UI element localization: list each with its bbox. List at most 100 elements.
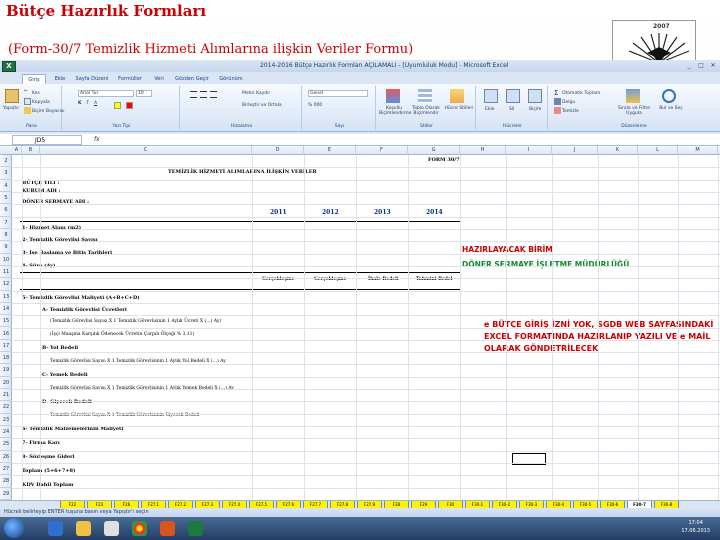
worksheet-grid[interactable]: FORM 30/7 TEMİZLİK HİZMETİ ALIMLARINA İL… <box>12 155 720 501</box>
row-header[interactable]: 9 <box>0 241 12 254</box>
row-header[interactable]: 19 <box>0 364 12 377</box>
find-select-button[interactable]: Bul ve Seç <box>656 106 686 111</box>
column-header[interactable]: L <box>638 146 678 155</box>
column-header[interactable]: B <box>22 146 40 155</box>
percent-button[interactable]: % 000 <box>308 103 322 108</box>
row-header[interactable]: 6 <box>0 204 12 217</box>
row-header[interactable]: 27 <box>0 463 12 476</box>
row-header[interactable]: 12 <box>0 278 12 291</box>
media-icon[interactable] <box>104 521 119 536</box>
column-header[interactable]: D <box>252 146 304 155</box>
row-header[interactable]: 11 <box>0 266 12 279</box>
powerpoint-icon[interactable] <box>160 521 175 536</box>
fill-color-icon[interactable] <box>114 102 121 109</box>
font-name-select[interactable]: Arial Tur <box>78 90 134 97</box>
tab-data[interactable]: Veri <box>150 74 168 84</box>
column-header[interactable]: A <box>12 146 22 155</box>
align-top-icon[interactable] <box>190 91 197 98</box>
italic-button[interactable]: T <box>86 101 89 106</box>
row-header[interactable]: 17 <box>0 340 12 353</box>
cut-button[interactable]: ✂ Kes <box>24 89 40 96</box>
paste-button[interactable]: Yapıştır <box>3 106 19 111</box>
font-size-select[interactable]: 10 <box>136 90 152 97</box>
row-header[interactable]: 2 <box>0 155 12 168</box>
column-header[interactable]: M <box>678 146 718 155</box>
column-header[interactable]: G <box>408 146 460 155</box>
clear-button[interactable]: Temizle <box>554 107 579 114</box>
ie-icon[interactable] <box>48 521 63 536</box>
tab-insert[interactable]: Ekle <box>50 74 70 84</box>
column-header[interactable]: I <box>506 146 552 155</box>
row-header[interactable]: 29 <box>0 488 12 500</box>
insert-cells-button[interactable]: Ekle <box>485 107 494 112</box>
conditional-format-icon[interactable] <box>386 89 400 103</box>
chrome-icon[interactable] <box>132 521 147 536</box>
align-bottom-icon[interactable] <box>210 91 217 98</box>
copy-button[interactable]: Kopyala <box>24 98 50 105</box>
fx-label[interactable]: fx <box>94 136 100 143</box>
format-cells-button[interactable]: Biçim <box>529 107 541 112</box>
column-header[interactable]: C <box>40 146 252 155</box>
row-header[interactable]: 25 <box>0 438 12 451</box>
cell-styles-icon[interactable] <box>450 89 464 103</box>
font-color-icon[interactable] <box>126 102 133 109</box>
paste-icon[interactable] <box>5 89 19 103</box>
tab-page-layout[interactable]: Sayfa Düzeni <box>74 74 110 84</box>
underline-button[interactable]: A <box>94 101 97 106</box>
row-header[interactable]: 7 <box>0 217 12 229</box>
row-header[interactable]: 28 <box>0 475 12 488</box>
tab-formulas[interactable]: Formüller <box>114 74 146 84</box>
column-header[interactable]: H <box>460 146 506 155</box>
row-header[interactable]: 3 <box>0 167 12 180</box>
row-header[interactable]: 16 <box>0 328 12 340</box>
row-header[interactable]: 23 <box>0 414 12 427</box>
row-header[interactable]: 4 <box>0 180 12 192</box>
row-header[interactable]: 21 <box>0 389 12 402</box>
table-format-icon[interactable] <box>418 89 432 103</box>
conditional-format-button[interactable]: Koşullu Biçimlendirme <box>379 106 411 116</box>
column-header[interactable]: K <box>598 146 638 155</box>
folder-icon[interactable] <box>76 521 91 536</box>
row-header[interactable]: 5 <box>0 192 12 205</box>
number-format-select[interactable]: Genel <box>308 90 368 97</box>
row-header[interactable]: 18 <box>0 352 12 365</box>
autosum-button[interactable]: Σ Otomatik Toplam <box>554 89 600 97</box>
delete-cells-button[interactable]: Sil <box>509 107 514 112</box>
format-painter-button[interactable]: Biçim Boyacısı <box>24 107 64 114</box>
tab-review[interactable]: Gözden Geçir <box>172 74 212 84</box>
maximize-button[interactable]: □ <box>696 61 706 70</box>
excel-taskbar-icon[interactable] <box>188 521 203 536</box>
sort-filter-icon[interactable] <box>626 89 640 103</box>
delete-cells-icon[interactable] <box>506 89 520 103</box>
column-header[interactable]: E <box>304 146 356 155</box>
row-header[interactable]: 24 <box>0 426 12 439</box>
column-header[interactable]: F <box>356 146 408 155</box>
align-middle-icon[interactable] <box>200 91 207 98</box>
merge-center-button[interactable]: Birleştir ve Ortala <box>242 103 282 108</box>
format-cells-icon[interactable] <box>528 89 542 103</box>
column-header[interactable]: J <box>552 146 598 155</box>
name-box[interactable]: JD5 <box>12 135 82 145</box>
sort-filter-button[interactable]: Sırala ve Filtre Uygula <box>614 106 654 116</box>
tab-view[interactable]: Görünüm <box>216 74 246 84</box>
insert-cells-icon[interactable] <box>484 89 498 103</box>
table-format-button[interactable]: Tablo Olarak Biçimlendir <box>411 106 441 116</box>
row-header[interactable]: 10 <box>0 254 12 266</box>
row-header[interactable]: 15 <box>0 315 12 328</box>
system-clock[interactable]: 17:04 17.06.2013 <box>681 519 710 535</box>
minimize-button[interactable]: _ <box>684 61 694 70</box>
row-header[interactable]: 26 <box>0 451 12 464</box>
bold-button[interactable]: K <box>78 101 82 106</box>
row-header[interactable]: 8 <box>0 229 12 242</box>
start-button[interactable] <box>4 518 24 538</box>
fill-button[interactable]: Dolgu <box>554 98 575 105</box>
row-header[interactable]: 14 <box>0 303 12 316</box>
cell-styles-button[interactable]: Hücre Stilleri <box>444 106 474 111</box>
wrap-text-button[interactable]: Metni Kaydır <box>242 91 270 96</box>
tab-home[interactable]: Giriş <box>22 74 46 84</box>
row-header[interactable]: 13 <box>0 291 12 303</box>
excel-app-icon[interactable]: X <box>2 61 16 72</box>
row-header[interactable]: 22 <box>0 401 12 414</box>
row-header[interactable]: 20 <box>0 377 12 390</box>
find-select-icon[interactable] <box>662 89 676 103</box>
